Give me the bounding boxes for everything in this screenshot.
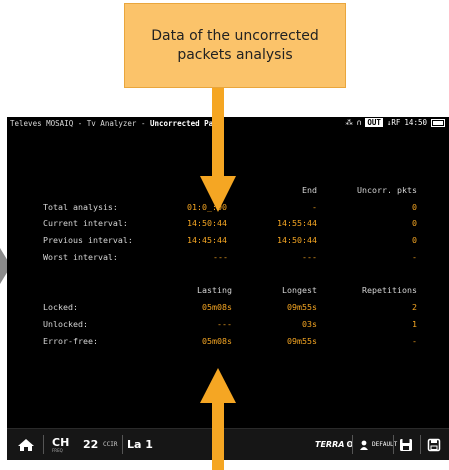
service-name[interactable]: La 1 (127, 429, 153, 460)
title-separator: - Tv Analyzer - (73, 119, 150, 128)
rf-indicator: ↓RF (386, 118, 401, 127)
row-label: Total analysis: (43, 202, 118, 212)
row-longest: 09m55s (287, 336, 317, 346)
row-longest: 09m55s (287, 302, 317, 312)
header-end: End (302, 185, 317, 195)
row-uncorr: - (412, 252, 417, 262)
row-lasting: --- (217, 319, 232, 329)
save-icon (400, 438, 412, 451)
terra-label: TERRA (315, 440, 345, 449)
channel-number[interactable]: 22 (83, 429, 98, 460)
row-lasting: 05m08s (202, 336, 232, 346)
title-prefix: Televes MOSAIQ (10, 119, 74, 128)
headphones-icon: ∩ (356, 118, 362, 127)
header-uncorr: Uncorr. pkts (357, 185, 417, 195)
user-icon (360, 440, 368, 450)
battery-icon (431, 118, 445, 127)
out-badge: OUT (365, 118, 383, 127)
header-longest: Longest (282, 285, 317, 295)
user-profile-button[interactable]: DEFAULT (360, 429, 397, 460)
row-uncorr: 0 (412, 202, 417, 212)
divider (43, 435, 44, 454)
header-lasting: Lasting (197, 285, 232, 295)
save-outline-icon (427, 438, 441, 451)
row-longest: 03s (302, 319, 317, 329)
row-start: 14:45:44 (187, 235, 227, 245)
save-button[interactable] (399, 429, 413, 460)
row-repetitions: 1 (412, 319, 417, 329)
row-lasting: 05m08s (202, 302, 232, 312)
arrow-down-icon (200, 88, 236, 212)
row-label: Locked: (43, 302, 78, 312)
ch-sub-label: FREQ (52, 448, 63, 453)
row-label: Error-free: (43, 336, 98, 346)
annotation-text: Data of the uncorrected packets analysis (151, 27, 319, 63)
network-icon: ⁂ (345, 118, 353, 127)
divider (420, 435, 421, 454)
row-uncorr: 0 (412, 235, 417, 245)
row-label: Worst interval: (43, 252, 118, 262)
row-label: Unlocked: (43, 319, 88, 329)
divider (352, 435, 353, 454)
row-end: --- (302, 252, 317, 262)
terra-button[interactable]: TERRA ʘ (315, 429, 353, 460)
row-start: --- (213, 252, 228, 262)
save-as-button[interactable] (427, 429, 441, 460)
row-uncorr: 0 (412, 218, 417, 228)
row-start: 14:50:44 (187, 218, 227, 228)
row-repetitions: 2 (412, 302, 417, 312)
divider (393, 435, 394, 454)
status-icons: ⁂ ∩ OUT ↓RF 14:50 (345, 118, 445, 127)
row-end: - (312, 202, 317, 212)
channel-standard: CCIR (103, 441, 118, 448)
clock: 14:50 (404, 118, 427, 127)
home-icon (18, 438, 34, 451)
row-end: 14:50:44 (277, 235, 317, 245)
divider (122, 435, 123, 454)
home-button[interactable] (17, 429, 35, 460)
annotation-callout: Data of the uncorrected packets analysis (124, 3, 346, 88)
row-repetitions: - (412, 336, 417, 346)
arrow-up-icon (200, 368, 236, 470)
window-title: Televes MOSAIQ - Tv Analyzer - Uncorrect… (10, 119, 218, 128)
row-end: 14:55:44 (277, 218, 317, 228)
header-repetitions: Repetitions (362, 285, 417, 295)
row-label: Current interval: (43, 218, 128, 228)
row-label: Previous interval: (43, 235, 133, 245)
channel-mode-button[interactable]: CH FREQ (52, 429, 69, 460)
